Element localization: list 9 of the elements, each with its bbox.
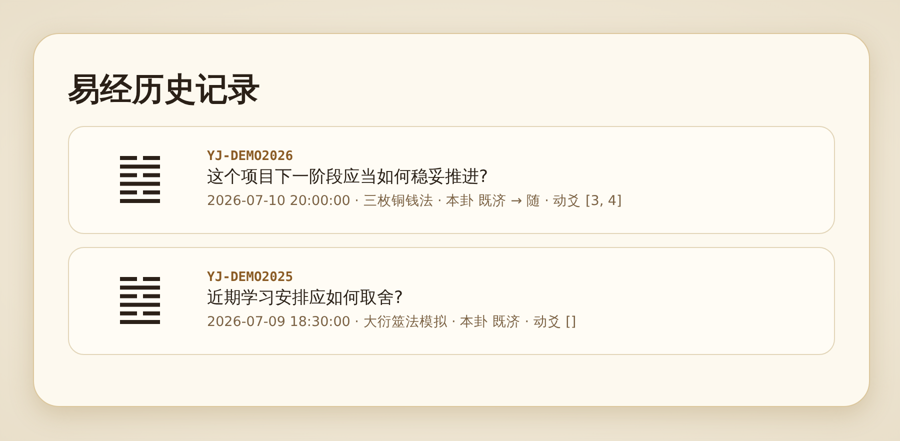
history-record[interactable]: YJ-DEMO2026 这个项目下一阶段应当如何稳妥推进? 2026-07-10 20:00:00 · 三枚铜钱法 · 本卦 既济 → 随 · 动爻 [3, 4] — [68, 126, 835, 234]
history-record[interactable]: YJ-DEMO2025 近期学习安排应如何取舍? 2026-07-09 18:30:00 · 大衍筮法模拟 · 本卦 既济 · 动爻 [] — [68, 247, 835, 356]
record-meta: 2026-07-09 18:30:00 · 大衍筮法模拟 · 本卦 既济 · 动爻 [] — [207, 312, 576, 332]
record-meta: 2026-07-10 20:00:00 · 三枚铜钱法 · 本卦 既济 → 随 · 动爻 [3, 4] — [207, 192, 622, 211]
record-code: YJ-DEMO2026 — [207, 148, 294, 165]
page-title: 易经历史记录 — [68, 70, 261, 108]
record-question: 这个项目下一阶段应当如何稳妥推进? — [207, 166, 490, 189]
record-code: YJ-DEMO2025 — [207, 270, 294, 286]
record-question: 近期学习安排应如何取舍? — [207, 286, 404, 310]
